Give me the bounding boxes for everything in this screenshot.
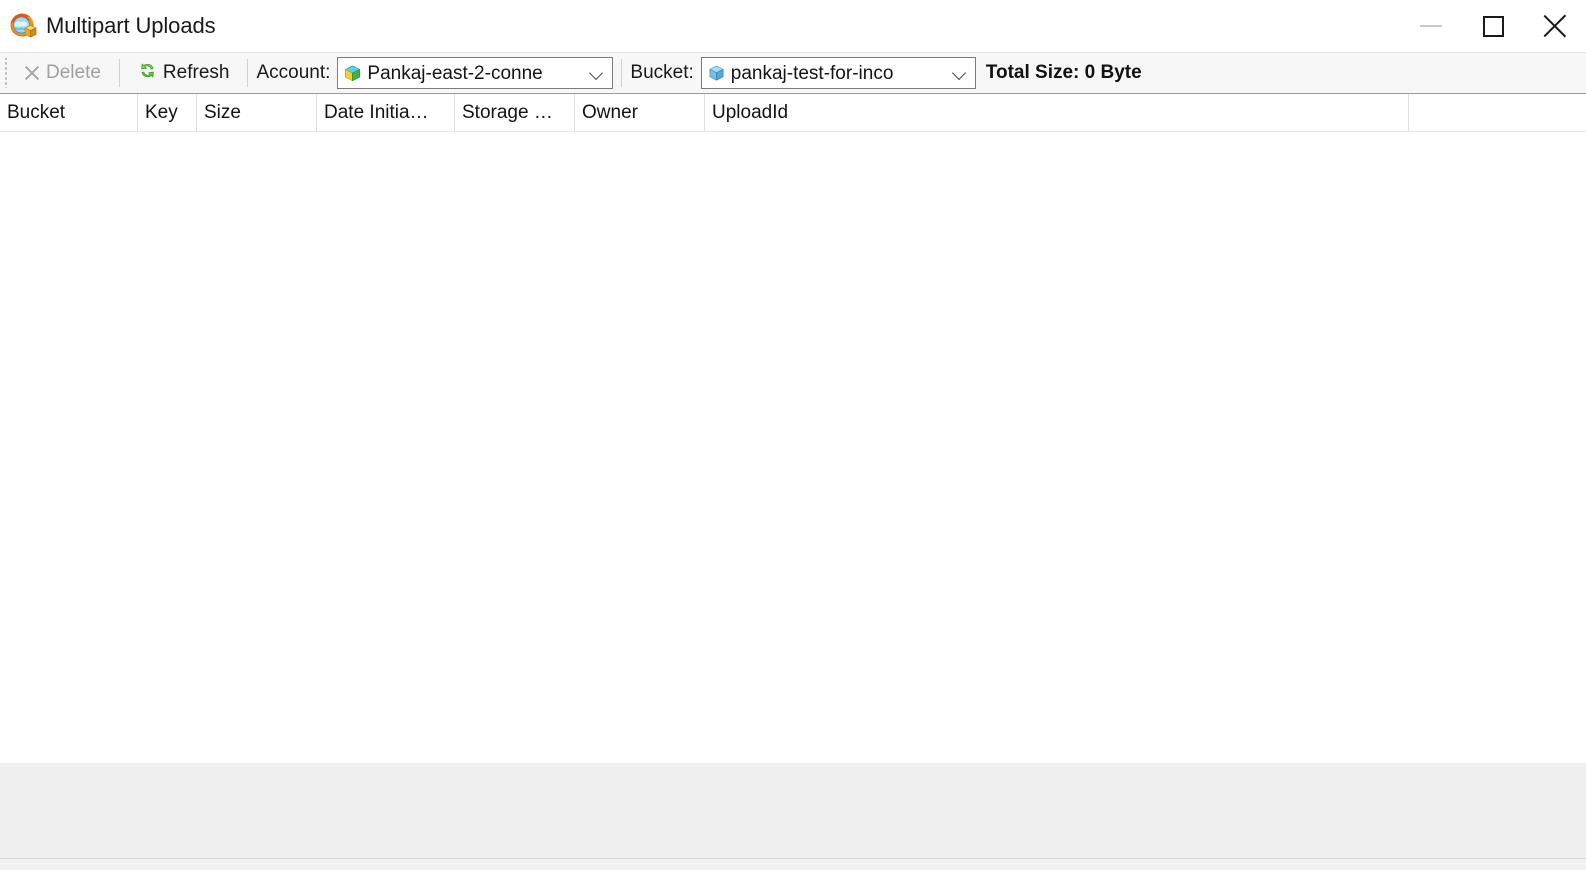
bucket-dropdown-value: pankaj-test-for-inco — [730, 63, 894, 83]
green-cube-icon — [343, 64, 362, 83]
chevron-down-icon — [952, 65, 968, 81]
column-header-owner[interactable]: Owner — [575, 94, 705, 132]
title-bar-left: Multipart Uploads — [0, 12, 216, 40]
toolbar-separator-2 — [247, 59, 249, 87]
column-header-uploadid[interactable]: UploadId — [705, 94, 1409, 132]
column-header-bucket[interactable]: Bucket — [0, 94, 138, 132]
bucket-dropdown[interactable]: pankaj-test-for-inco — [700, 57, 976, 89]
refresh-button-label: Refresh — [162, 62, 230, 83]
account-label: Account: — [256, 62, 331, 83]
maximize-icon — [1482, 15, 1504, 37]
delete-button-label: Delete — [46, 62, 101, 83]
table-body[interactable] — [0, 132, 1586, 763]
total-size-label: Total Size: 0 Byte — [985, 62, 1142, 83]
blue-cube-icon — [707, 64, 726, 83]
window-title: Multipart Uploads — [46, 13, 216, 38]
cloud-package-icon — [10, 12, 38, 40]
column-header-storage-class[interactable]: Storage … — [455, 94, 575, 132]
column-header-date-initiated[interactable]: Date Initia… — [317, 94, 455, 132]
toolbar: Delete Refresh Account: Pankaj-east-2-co… — [0, 52, 1586, 94]
minimize-icon — [1420, 25, 1442, 27]
close-button[interactable] — [1524, 0, 1586, 52]
column-header-key[interactable]: Key — [138, 94, 197, 132]
toolbar-separator-1 — [118, 59, 120, 87]
delete-button[interactable]: Delete — [14, 56, 111, 90]
uploads-table: Bucket Key Size Date Initia… Storage … O… — [0, 94, 1586, 763]
status-strip — [0, 859, 1586, 870]
refresh-button[interactable]: Refresh — [128, 56, 240, 90]
bucket-label: Bucket: — [630, 62, 694, 83]
chevron-down-icon — [589, 65, 605, 81]
column-header-size[interactable]: Size — [197, 94, 317, 132]
toolbar-separator-3 — [621, 59, 623, 87]
title-bar: Multipart Uploads — [0, 0, 1586, 52]
window-controls — [1400, 0, 1586, 52]
bottom-panel — [0, 763, 1586, 859]
table-header-row: Bucket Key Size Date Initia… Storage … O… — [0, 94, 1586, 132]
maximize-button[interactable] — [1462, 0, 1524, 52]
minimize-button[interactable] — [1400, 0, 1462, 52]
account-dropdown[interactable]: Pankaj-east-2-conne — [337, 57, 614, 89]
close-icon — [1542, 13, 1568, 39]
column-header-filler — [1409, 94, 1586, 132]
multipart-uploads-window: Multipart Uploads Delete Refresh Account… — [0, 0, 1586, 870]
delete-x-icon — [24, 65, 40, 81]
toolbar-grip[interactable] — [3, 58, 12, 88]
refresh-icon — [138, 61, 157, 86]
account-dropdown-value: Pankaj-east-2-conne — [367, 63, 543, 83]
